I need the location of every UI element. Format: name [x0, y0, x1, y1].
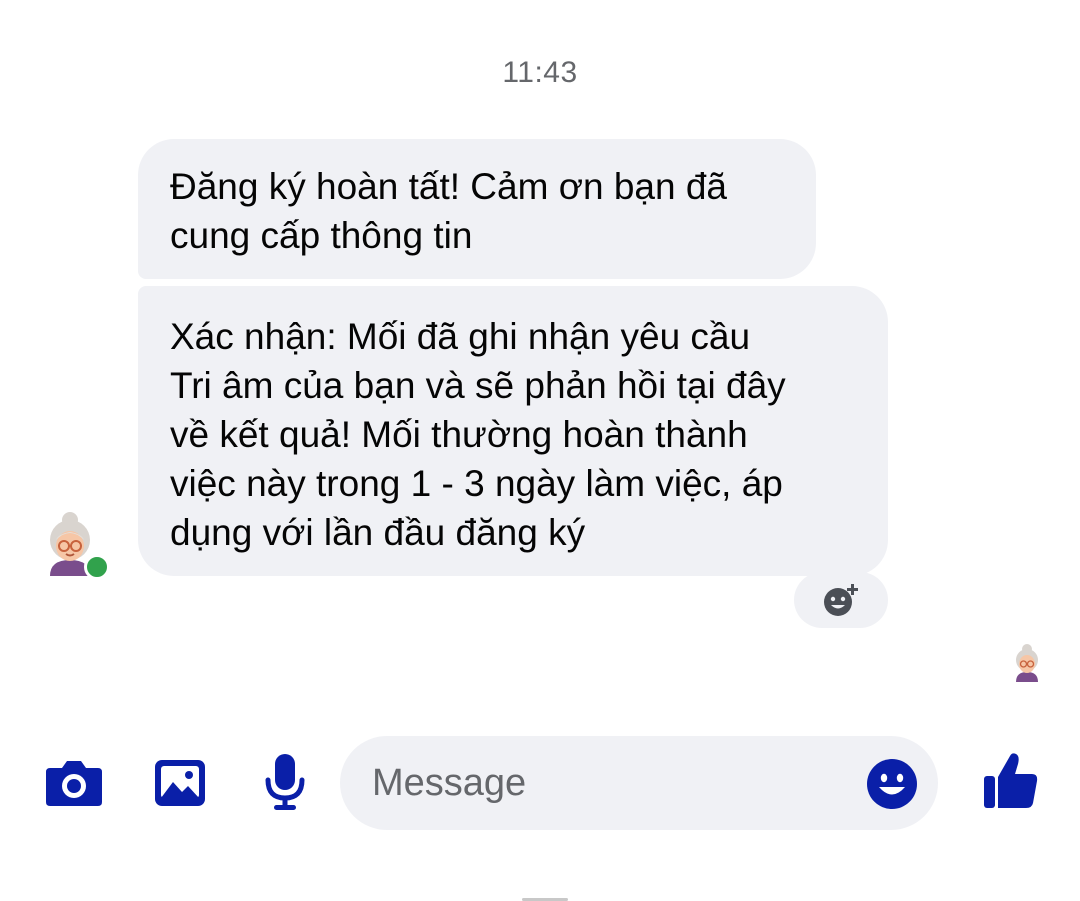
emoji-button[interactable] — [866, 758, 918, 810]
online-status-dot — [84, 554, 110, 580]
voice-message-button[interactable] — [262, 752, 308, 812]
seen-indicator-avatar — [1010, 642, 1044, 682]
message-input[interactable]: Message — [340, 736, 938, 830]
camera-icon — [46, 761, 102, 806]
add-reaction-icon — [824, 584, 858, 616]
message-bubble[interactable]: Xác nhận: Mối đã ghi nhận yêu cầu Tri âm… — [138, 286, 888, 576]
message-text: Đăng ký hoàn tất! Cảm ơn bạn đã cung cấp… — [170, 166, 727, 256]
emoji-icon — [867, 759, 917, 809]
microphone-icon — [265, 754, 305, 810]
thumbs-up-icon — [984, 753, 1038, 808]
gallery-icon — [155, 760, 205, 806]
message-placeholder: Message — [372, 762, 527, 804]
message-timestamp: 11:43 — [502, 56, 578, 89]
camera-button[interactable] — [44, 756, 104, 810]
message-text: Xác nhận: Mối đã ghi nhận yêu cầu Tri âm… — [170, 316, 786, 553]
grandma-avatar-icon — [1016, 644, 1038, 682]
add-reaction-button[interactable] — [794, 572, 888, 628]
message-bubble[interactable]: Đăng ký hoàn tất! Cảm ơn bạn đã cung cấp… — [138, 139, 816, 279]
chat-screen: 11:43 Đăng ký hoàn tất! Cảm ơn bạn đã cu… — [0, 0, 1080, 901]
gallery-button[interactable] — [152, 756, 208, 810]
thumbs-up-button[interactable] — [982, 750, 1040, 812]
